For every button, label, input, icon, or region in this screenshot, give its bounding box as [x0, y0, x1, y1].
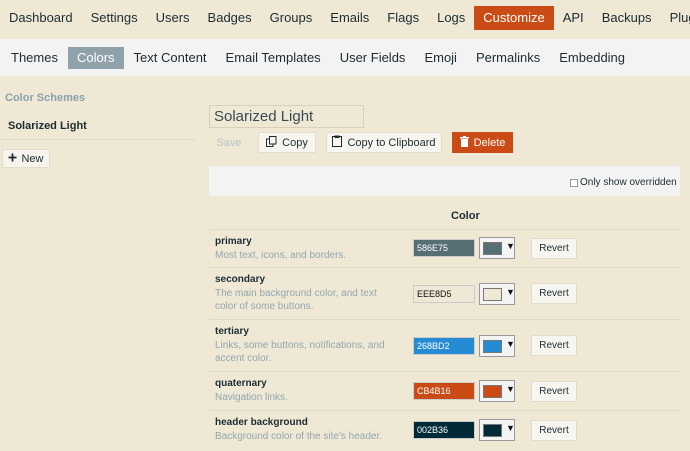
hex-input[interactable]: 268BD2: [413, 337, 475, 355]
nav-settings[interactable]: Settings: [82, 6, 147, 30]
color-row-quaternary: quaternary Navigation links. CB4B16 ▼ Re…: [209, 371, 680, 410]
tab-email-templates[interactable]: Email Templates: [217, 47, 330, 69]
nav-customize[interactable]: Customize: [474, 5, 554, 30]
dropdown-arrow-icon: ▼: [506, 287, 515, 297]
top-nav: Dashboard Settings Users Badges Groups E…: [0, 0, 690, 35]
dropdown-arrow-icon: ▼: [506, 241, 515, 251]
nav-groups[interactable]: Groups: [261, 6, 322, 30]
filter-bar: Only show overridden: [209, 166, 680, 196]
dropdown-arrow-icon: ▼: [506, 423, 515, 433]
hex-input[interactable]: CB4B16: [413, 382, 475, 400]
color-description: Links, some buttons, notifications, and …: [215, 340, 385, 364]
revert-button[interactable]: Revert: [531, 283, 577, 304]
nav-flags[interactable]: Flags: [378, 6, 428, 30]
save-label: Save: [216, 136, 242, 149]
color-description: Navigation links.: [215, 392, 288, 403]
copy-icon: [266, 135, 277, 150]
color-description: Most text, icons, and borders.: [215, 250, 347, 261]
color-name: primary: [215, 236, 252, 247]
new-scheme-button[interactable]: New: [2, 149, 50, 168]
plus-icon: [8, 153, 17, 165]
color-swatch: [483, 288, 502, 301]
revert-button[interactable]: Revert: [531, 238, 577, 259]
tab-embedding[interactable]: Embedding: [550, 47, 634, 69]
color-row-tertiary: tertiary Links, some buttons, notificati…: [209, 319, 680, 371]
only-overridden-label[interactable]: Only show overridden: [580, 177, 677, 188]
color-name: quaternary: [215, 378, 267, 389]
color-column-header: Color: [451, 210, 480, 222]
tab-themes[interactable]: Themes: [2, 47, 67, 69]
color-swatch: [483, 424, 502, 437]
new-scheme-label: New: [21, 152, 44, 165]
nav-badges[interactable]: Badges: [199, 6, 261, 30]
color-name: secondary: [215, 274, 266, 285]
revert-button[interactable]: Revert: [531, 381, 577, 402]
sidebar-heading: Color Schemes: [5, 92, 86, 104]
color-description: Background color of the site's header.: [215, 431, 383, 442]
tab-emoji[interactable]: Emoji: [415, 47, 466, 69]
scheme-name-input[interactable]: [209, 105, 364, 128]
tab-colors[interactable]: Colors: [67, 46, 124, 69]
color-swatch: [483, 340, 502, 353]
tab-user-fields[interactable]: User Fields: [331, 47, 415, 69]
color-picker[interactable]: ▼: [479, 380, 515, 402]
scheme-item-solarized-light[interactable]: Solarized Light: [0, 112, 196, 140]
color-picker[interactable]: ▼: [479, 283, 515, 305]
delete-label: Delete: [473, 136, 506, 149]
nav-backups[interactable]: Backups: [593, 6, 661, 30]
dropdown-arrow-icon: ▼: [506, 384, 515, 394]
color-name: tertiary: [215, 326, 249, 337]
clipboard-icon: [332, 135, 343, 150]
only-overridden-checkbox[interactable]: [570, 179, 578, 187]
color-swatch: [483, 385, 502, 398]
copy-button[interactable]: Copy: [258, 132, 316, 153]
dropdown-arrow-icon: ▼: [506, 339, 515, 349]
color-row-header-background: header background Background color of th…: [209, 410, 680, 451]
clipboard-label: Copy to Clipboard: [347, 136, 436, 149]
color-picker[interactable]: ▼: [479, 237, 515, 259]
nav-dashboard[interactable]: Dashboard: [0, 6, 82, 30]
color-row-primary: primary Most text, icons, and borders. 5…: [209, 229, 680, 267]
hex-input[interactable]: EEE8D5: [413, 285, 475, 303]
sub-nav: Themes Colors Text Content Email Templat…: [0, 39, 690, 76]
tab-text-content[interactable]: Text Content: [125, 47, 216, 69]
trash-icon: [459, 135, 469, 150]
color-swatch: [483, 242, 502, 255]
color-row-secondary: secondary The main background color, and…: [209, 267, 680, 319]
nav-api[interactable]: API: [554, 6, 593, 30]
copy-label: Copy: [282, 136, 308, 149]
tab-permalinks[interactable]: Permalinks: [467, 47, 549, 69]
nav-logs[interactable]: Logs: [428, 6, 474, 30]
copy-to-clipboard-button[interactable]: Copy to Clipboard: [326, 132, 442, 153]
delete-button[interactable]: Delete: [452, 132, 513, 153]
nav-emails[interactable]: Emails: [321, 6, 378, 30]
hex-input[interactable]: 586E75: [413, 239, 475, 257]
revert-button[interactable]: Revert: [531, 335, 577, 356]
revert-button[interactable]: Revert: [531, 420, 577, 441]
color-picker[interactable]: ▼: [479, 419, 515, 441]
hex-input[interactable]: 002B36: [413, 421, 475, 439]
nav-users[interactable]: Users: [147, 6, 199, 30]
color-name: header background: [215, 417, 308, 428]
save-button[interactable]: Save: [209, 132, 249, 153]
nav-plugins[interactable]: Plugins: [661, 6, 690, 30]
color-description: The main background color, and text colo…: [215, 288, 377, 312]
color-picker[interactable]: ▼: [479, 335, 515, 357]
